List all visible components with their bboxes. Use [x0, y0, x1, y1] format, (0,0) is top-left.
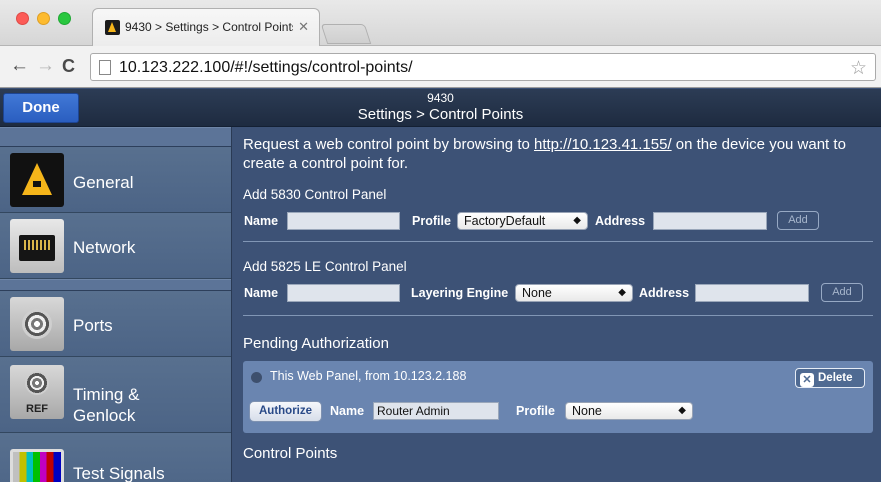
sidebar-item-test-signals[interactable]: Test Signals [0, 433, 231, 482]
ports-icon [10, 297, 64, 351]
forward-arrow-icon[interactable]: → [36, 56, 55, 76]
address-label: Address [595, 214, 646, 228]
select-arrows-icon: ◆ [573, 215, 581, 226]
sidebar-item-label: Network [73, 238, 136, 257]
done-button[interactable]: Done [3, 93, 79, 123]
sidebar-item-timing-genlock[interactable]: REF Timing & Genlock [0, 357, 231, 433]
bookmark-star-icon[interactable]: ☆ [850, 57, 867, 80]
tab-close-icon[interactable]: ✕ [298, 19, 309, 35]
sidebar-item-label: General [73, 173, 134, 192]
timing-genlock-icon: REF [10, 365, 64, 419]
5825-name-input[interactable] [287, 284, 400, 302]
5830-address-input[interactable] [653, 212, 767, 230]
5825-layering-engine-select[interactable]: None ◆ [515, 284, 633, 302]
control-points-title: Control Points [243, 445, 338, 462]
layering-engine-label: Layering Engine [411, 286, 509, 300]
browser-toolbar: ← → C 10.123.222.100/#!/settings/control… [0, 46, 881, 88]
5825-add-button[interactable]: Add [821, 283, 863, 302]
device-name: 9430 [427, 91, 454, 105]
pending-profile-select[interactable]: None ◆ [565, 402, 693, 420]
status-dot-icon [251, 372, 262, 383]
control-points-content: Request a web control point by browsing … [233, 127, 881, 482]
name-label: Name [244, 214, 279, 228]
browser-titlebar: 9430 > Settings > Control Points ✕ [0, 0, 881, 46]
reload-icon[interactable]: C [62, 56, 75, 76]
address-bar[interactable]: 10.123.222.100/#!/settings/control-point… [90, 53, 876, 81]
app-header: 9430 Settings > Control Points Done [0, 89, 881, 127]
page-icon [99, 60, 111, 75]
add-5830-title: Add 5830 Control Panel [243, 187, 387, 202]
authorize-button[interactable]: Authorize [249, 401, 322, 422]
pending-authorization-title: Pending Authorization [243, 335, 389, 352]
5830-name-input[interactable] [287, 212, 400, 230]
name-label: Name [244, 286, 279, 300]
sidebar-item-label: Timing & Genlock [73, 385, 140, 425]
section-divider [243, 241, 873, 242]
select-value: None [572, 404, 602, 418]
sidebar-item-label: Ports [73, 316, 113, 335]
5825-address-input[interactable] [695, 284, 809, 302]
pending-request-text: This Web Panel, from 10.123.2.188 [270, 369, 467, 383]
select-arrows-icon: ◆ [618, 287, 626, 298]
minimize-window-button[interactable] [37, 12, 50, 25]
5830-profile-select[interactable]: FactoryDefault ◆ [457, 212, 588, 230]
address-label: Address [639, 286, 690, 300]
back-arrow-icon[interactable]: ← [10, 56, 29, 76]
delete-label: Delete [818, 372, 853, 384]
new-tab-button[interactable] [320, 24, 372, 44]
app-favicon-icon [105, 20, 120, 35]
settings-sidebar: General Network Ports REF Timing & Genlo… [0, 127, 232, 482]
sidebar-separator [0, 127, 231, 147]
delete-button[interactable]: ✕ Delete [795, 368, 865, 388]
pending-request-card: This Web Panel, from 10.123.2.188 ✕ Delet… [243, 361, 873, 433]
name-label: Name [330, 404, 365, 418]
profile-label: Profile [516, 404, 555, 418]
page-title: Settings > Control Points [357, 106, 524, 123]
sidebar-item-ports[interactable]: Ports [0, 291, 231, 357]
close-window-button[interactable] [16, 12, 29, 25]
profile-label: Profile [412, 214, 451, 228]
network-icon [10, 219, 64, 273]
general-icon [10, 153, 64, 207]
instructions-text: Request a web control point by browsing … [243, 135, 863, 173]
zoom-window-button[interactable] [58, 12, 71, 25]
select-value: FactoryDefault [464, 214, 546, 228]
url-text[interactable]: 10.123.222.100/#!/settings/control-point… [119, 59, 413, 77]
ref-icon-text: REF [26, 403, 48, 415]
sidebar-item-general[interactable]: General [0, 147, 231, 213]
sidebar-separator [0, 279, 231, 291]
5830-add-button[interactable]: Add [777, 211, 819, 230]
select-value: None [522, 286, 552, 300]
sidebar-item-label: Test Signals [73, 464, 165, 482]
pending-name-input[interactable] [373, 402, 499, 420]
browser-tab[interactable]: 9430 > Settings > Control Points ✕ [92, 8, 320, 46]
tab-title: 9430 > Settings > Control Points [125, 20, 293, 34]
select-arrows-icon: ◆ [678, 405, 686, 416]
device-link[interactable]: http://10.123.41.155/ [534, 136, 672, 153]
section-divider [243, 315, 873, 316]
instructions-before: Request a web control point by browsing … [243, 136, 534, 153]
close-x-icon: ✕ [800, 373, 814, 387]
add-5825-title: Add 5825 LE Control Panel [243, 259, 407, 274]
sidebar-item-network[interactable]: Network [0, 213, 231, 279]
test-signals-icon [10, 449, 64, 482]
